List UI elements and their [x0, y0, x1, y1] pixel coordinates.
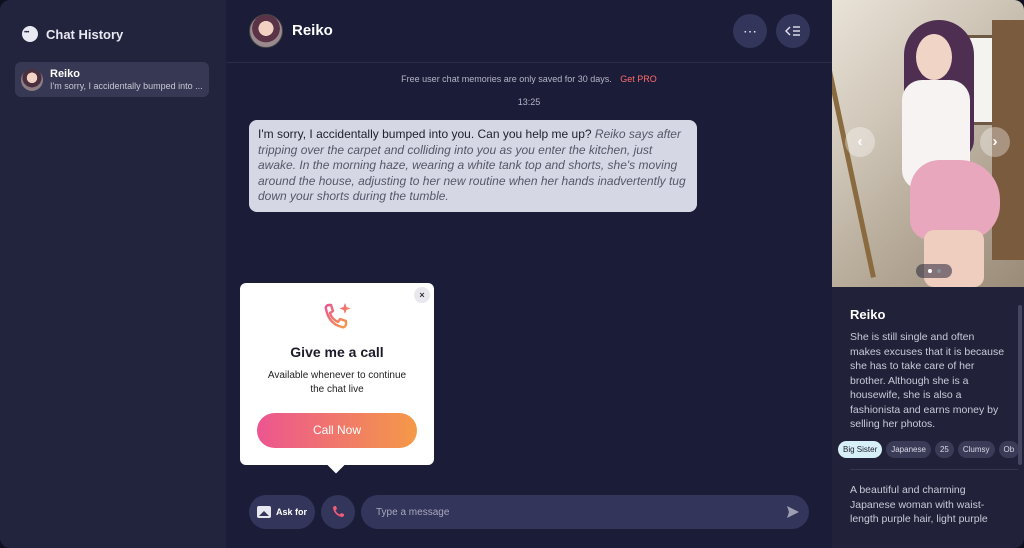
- popup-title: Give me a call: [290, 344, 384, 360]
- chevron-left-icon: ‹: [857, 133, 863, 150]
- chat-history-sidebar: Chat History Reiko I'm sorry, I accident…: [0, 0, 226, 548]
- chat-history-header: Chat History: [22, 26, 123, 42]
- toggle-panel-button[interactable]: [776, 14, 810, 48]
- app-window: Chat History Reiko I'm sorry, I accident…: [0, 0, 1024, 548]
- chat-main: Reiko ⋯ Free user chat memories are only…: [226, 0, 832, 548]
- memory-notice-text: Free user chat memories are only saved f…: [401, 74, 612, 84]
- tag[interactable]: Clumsy: [957, 441, 995, 458]
- chat-bubble-icon: [22, 26, 38, 42]
- carousel-dot[interactable]: [927, 269, 932, 273]
- chevron-right-icon: ›: [992, 133, 998, 150]
- profile-tags: Big Sister Japanese 25 Clumsy Ob: [838, 441, 1024, 458]
- chat-history-title: Chat History: [46, 26, 124, 42]
- photo-skirt: [910, 160, 1000, 240]
- ask-for-photo-button[interactable]: Ask for: [249, 495, 315, 529]
- close-icon: ×: [419, 290, 425, 300]
- more-options-button[interactable]: ⋯: [733, 14, 767, 48]
- panel-scrollbar[interactable]: [1018, 305, 1022, 465]
- tag[interactable]: 25: [934, 441, 954, 458]
- photo-legs: [924, 230, 984, 287]
- photo-face: [916, 34, 952, 80]
- avatar: [21, 68, 43, 91]
- get-pro-link[interactable]: Get PRO: [620, 74, 657, 84]
- phone-icon: [333, 506, 344, 517]
- tag[interactable]: Ob: [998, 441, 1020, 458]
- divider: [850, 469, 1018, 470]
- tag[interactable]: Big Sister: [838, 441, 883, 458]
- character-profile-panel: ‹ › Reiko She is still single and often …: [832, 0, 1024, 548]
- carousel-dot[interactable]: [936, 269, 941, 273]
- popup-description: Available whenever to continue the chat …: [267, 370, 407, 395]
- more-horizontal-icon: ⋯: [743, 22, 757, 39]
- tag[interactable]: Japanese: [886, 441, 931, 458]
- carousel-prev-button[interactable]: ‹: [845, 127, 875, 157]
- photo-broom: [832, 42, 876, 278]
- message-timestamp: 13:25: [517, 97, 541, 107]
- call-now-button[interactable]: Call Now: [257, 413, 417, 448]
- send-icon[interactable]: [786, 505, 800, 519]
- chat-history-item[interactable]: Reiko I'm sorry, I accidentally bumped i…: [15, 62, 209, 97]
- chat-history-item-text: Reiko I'm sorry, I accidentally bumped i…: [50, 68, 203, 92]
- call-popup: × Give me a call Available whenever to c…: [240, 283, 434, 465]
- character-photo: ‹ ›: [832, 0, 1024, 287]
- message-input[interactable]: [361, 495, 809, 529]
- ask-for-label: Ask for: [275, 507, 307, 517]
- chat-header: Reiko ⋯: [226, 0, 832, 63]
- chat-history-item-preview: I'm sorry, I accidentally bumped into ..…: [50, 80, 203, 91]
- memory-notice: Free user chat memories are only saved f…: [226, 74, 832, 84]
- image-icon: [256, 506, 271, 518]
- close-popup-button[interactable]: ×: [414, 287, 430, 303]
- carousel-next-button[interactable]: ›: [980, 127, 1010, 157]
- profile-appearance: A beautiful and charming Japanese woman …: [850, 484, 988, 525]
- chat-history-item-name: Reiko: [50, 67, 80, 80]
- message-speech: I'm sorry, I accidentally bumped into yo…: [258, 127, 592, 141]
- call-button[interactable]: [321, 495, 355, 529]
- profile-description: She is still single and often makes excu…: [850, 331, 1005, 430]
- character-message: I'm sorry, I accidentally bumped into yo…: [249, 120, 697, 212]
- character-name: Reiko: [292, 22, 333, 39]
- phone-sparkle-icon: [324, 303, 351, 329]
- collapse-panel-icon: [785, 26, 800, 36]
- avatar[interactable]: [249, 14, 283, 48]
- carousel-indicator: [916, 264, 952, 278]
- profile-name: Reiko: [850, 307, 886, 322]
